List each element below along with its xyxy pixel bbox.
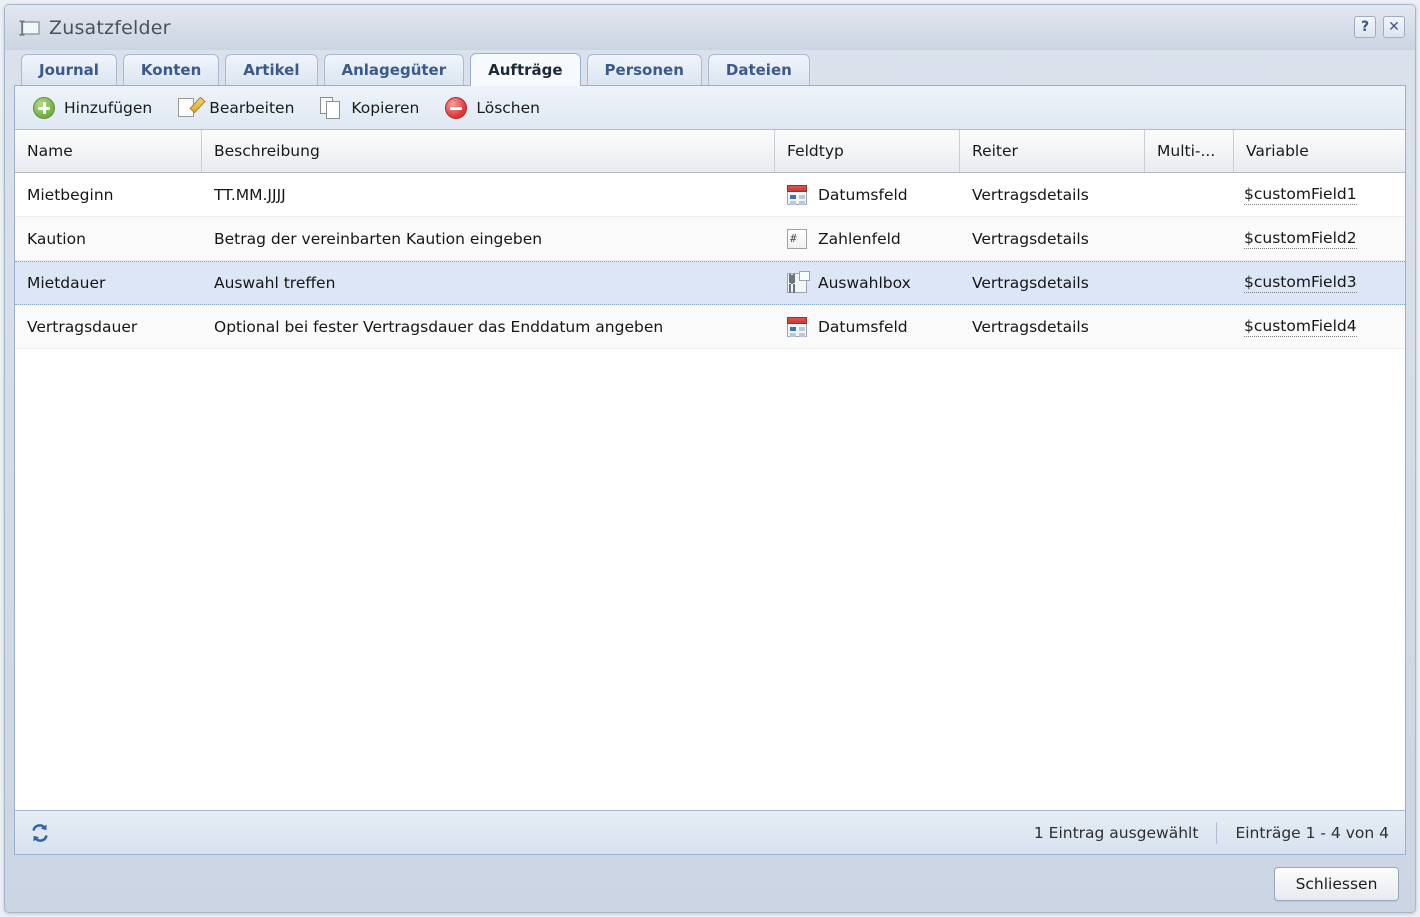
- table-row[interactable]: MietbeginnTT.MM.JJJJ Datumsfeld Vertragsde…: [15, 173, 1405, 217]
- cell-variable: $customField1: [1234, 173, 1405, 216]
- grid-body: MietbeginnTT.MM.JJJJ Datumsfeld Vertragsde…: [15, 173, 1405, 810]
- delete-circle-icon: [445, 97, 467, 119]
- cell-beschreibung: TT.MM.JJJJ: [202, 173, 775, 216]
- cell-variable: $customField3: [1234, 262, 1405, 304]
- variable-text: $customField4: [1244, 317, 1357, 337]
- toolbar-button-bearbeiten[interactable]: Bearbeiten: [178, 97, 294, 119]
- tab-label: Anlagegüter: [342, 61, 447, 79]
- tab-strip: Journal Konten Artikel Anlagegüter Aufträge P…: [5, 50, 1415, 85]
- column-header-multi-[interactable]: Multi-...: [1145, 130, 1234, 172]
- tab-label: Aufträge: [488, 61, 562, 79]
- feldtyp-label: Datumsfeld: [818, 318, 908, 336]
- toolbar-button-label: Bearbeiten: [209, 99, 294, 117]
- cell-reiter: Vertragsdetails: [960, 217, 1145, 260]
- pencil-edit-icon: [178, 97, 200, 119]
- cell-name: Mietdauer: [15, 262, 202, 304]
- window-title: Zusatzfelder: [49, 17, 171, 39]
- combobox-icon: [787, 273, 807, 293]
- cell-beschreibung: Betrag der vereinbarten Kaution eingeben: [202, 217, 775, 260]
- calendar-icon: [787, 185, 807, 205]
- feldtyp-label: Zahlenfeld: [818, 230, 901, 248]
- tab-journal[interactable]: Journal: [21, 54, 117, 85]
- cell-reiter: Vertragsdetails: [960, 262, 1145, 304]
- variable-text: $customField2: [1244, 229, 1357, 249]
- cell-multi: [1145, 262, 1234, 304]
- status-bar: 1 Eintrag ausgewählt Einträge 1 - 4 von …: [15, 810, 1405, 854]
- cell-variable: $customField2: [1234, 217, 1405, 260]
- refresh-icon[interactable]: [29, 822, 51, 844]
- tab-dateien[interactable]: Dateien: [708, 54, 810, 85]
- feldtyp-group: Datumsfeld: [787, 317, 908, 337]
- cell-feldtyp: # Zahlenfeld: [775, 217, 960, 260]
- tab-label: Personen: [605, 61, 684, 79]
- tab-label: Artikel: [243, 61, 299, 79]
- toolbar-button-label: Kopieren: [351, 99, 419, 117]
- column-header-reiter[interactable]: Reiter: [960, 130, 1145, 172]
- cell-variable: $customField4: [1234, 305, 1405, 348]
- tab-label: Journal: [39, 61, 99, 79]
- feldtyp-group: # Zahlenfeld: [787, 229, 901, 249]
- close-button[interactable]: Schliessen: [1274, 867, 1399, 901]
- close-icon[interactable]: ✕: [1383, 16, 1405, 38]
- copy-pages-icon: [320, 97, 342, 119]
- dialog-window: Zusatzfelder ? ✕ Journal Konten Artikel Anl…: [4, 4, 1416, 913]
- cell-multi: [1145, 173, 1234, 216]
- dialog-footer: Schliessen: [5, 855, 1415, 912]
- status-right-group: 1 Eintrag ausgewählt Einträge 1 - 4 von …: [1034, 822, 1389, 844]
- cell-feldtyp: Datumsfeld: [775, 173, 960, 216]
- cell-reiter: Vertragsdetails: [960, 305, 1145, 348]
- cell-beschreibung: Auswahl treffen: [202, 262, 775, 304]
- tab-konten[interactable]: Konten: [123, 54, 219, 85]
- cell-name: Vertragsdauer: [15, 305, 202, 348]
- range-status: Einträge 1 - 4 von 4: [1235, 824, 1389, 842]
- grid-header: NameBeschreibungFeldtypReiterMulti-...Va…: [15, 130, 1405, 173]
- help-button[interactable]: ?: [1354, 16, 1376, 38]
- tab-auftr-ge[interactable]: Aufträge: [470, 53, 580, 86]
- tab-anlageg-ter[interactable]: Anlagegüter: [324, 54, 465, 85]
- toolbar-button-label: Löschen: [476, 99, 540, 117]
- status-separator: [1216, 822, 1217, 844]
- column-header-feldtyp[interactable]: Feldtyp: [775, 130, 960, 172]
- cell-reiter: Vertragsdetails: [960, 173, 1145, 216]
- toolbar-button-hinzuf-gen[interactable]: Hinzufügen: [33, 97, 152, 119]
- toolbar-button-l-schen[interactable]: Löschen: [445, 97, 540, 119]
- data-grid: NameBeschreibungFeldtypReiterMulti-...Va…: [15, 130, 1405, 810]
- feldtyp-group: Datumsfeld: [787, 185, 908, 205]
- feldtyp-group: Auswahlbox: [787, 273, 911, 293]
- content-panel: Hinzufügen Bearbeiten Kopieren Löschen Name…: [14, 85, 1406, 855]
- feldtyp-label: Auswahlbox: [818, 274, 911, 292]
- table-row[interactable]: KautionBetrag der vereinbarten Kaution e…: [15, 217, 1405, 261]
- cell-feldtyp: Auswahlbox: [775, 262, 960, 304]
- cell-multi: [1145, 217, 1234, 260]
- title-bar: Zusatzfelder ? ✕: [5, 5, 1415, 50]
- number-field-icon: #: [787, 229, 807, 249]
- cell-multi: [1145, 305, 1234, 348]
- tab-label: Dateien: [726, 61, 792, 79]
- cell-name: Kaution: [15, 217, 202, 260]
- toolbar: Hinzufügen Bearbeiten Kopieren Löschen: [15, 86, 1405, 130]
- calendar-icon: [787, 317, 807, 337]
- add-circle-icon: [33, 97, 55, 119]
- column-header-variable[interactable]: Variable: [1234, 130, 1405, 172]
- cell-name: Mietbeginn: [15, 173, 202, 216]
- selection-status: 1 Eintrag ausgewählt: [1034, 824, 1199, 842]
- cell-feldtyp: Datumsfeld: [775, 305, 960, 348]
- tab-artikel[interactable]: Artikel: [225, 54, 317, 85]
- toolbar-button-kopieren[interactable]: Kopieren: [320, 97, 419, 119]
- tab-personen[interactable]: Personen: [587, 54, 702, 85]
- cell-beschreibung: Optional bei fester Vertragsdauer das En…: [202, 305, 775, 348]
- feldtyp-label: Datumsfeld: [818, 186, 908, 204]
- column-header-name[interactable]: Name: [15, 130, 202, 172]
- window-buttons: ? ✕: [1354, 16, 1405, 38]
- variable-text: $customField1: [1244, 185, 1357, 205]
- toolbar-button-label: Hinzufügen: [64, 99, 152, 117]
- column-header-beschreibung[interactable]: Beschreibung: [202, 130, 775, 172]
- table-row[interactable]: VertragsdauerOptional bei fester Vertrag…: [15, 305, 1405, 349]
- tab-label: Konten: [141, 61, 201, 79]
- table-row[interactable]: MietdauerAuswahl treffen Auswahlbox Vertra…: [15, 261, 1405, 305]
- textfield-icon: [17, 18, 41, 38]
- variable-text: $customField3: [1244, 273, 1357, 293]
